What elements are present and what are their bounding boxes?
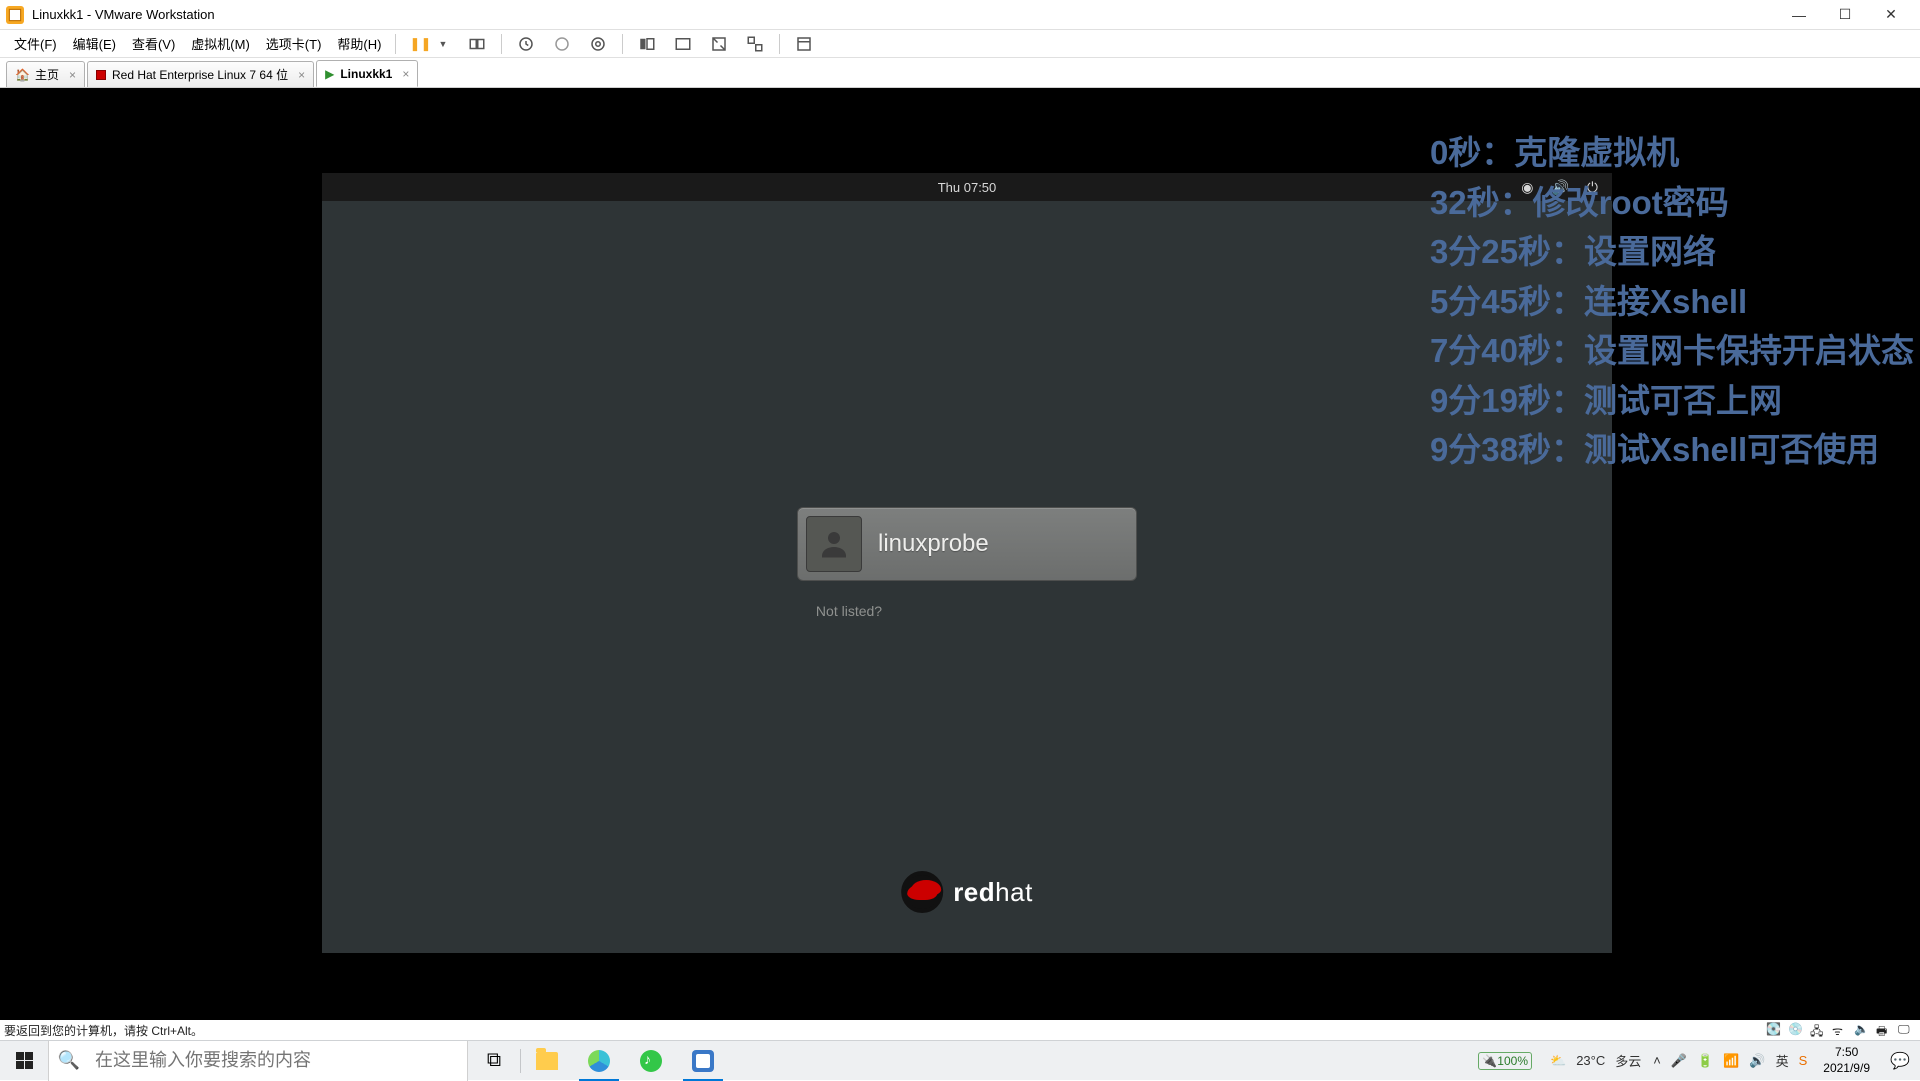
- snapshot-take-button[interactable]: [512, 33, 540, 55]
- weather-text: 多云: [1615, 1051, 1641, 1070]
- not-listed-link[interactable]: Not listed?: [816, 603, 882, 619]
- overlay-line: 9分19秒：测试可否上网: [1430, 376, 1914, 426]
- tray-power-icon[interactable]: 🔋: [1697, 1053, 1713, 1069]
- edge-icon: [588, 1050, 610, 1072]
- tray-mic-icon[interactable]: 🎤: [1671, 1053, 1687, 1069]
- tab-linuxkk1-close[interactable]: ×: [402, 67, 409, 81]
- tray-volume-icon[interactable]: 🔊: [1749, 1053, 1765, 1069]
- vm-running-icon: ▶: [325, 67, 334, 81]
- music-icon: [640, 1050, 662, 1072]
- gnome-login-screen: linuxprobe Not listed?: [322, 173, 1612, 953]
- search-icon: 🔍: [49, 1050, 89, 1071]
- snapshot-manager-button[interactable]: [584, 33, 612, 55]
- overlay-line: 5分45秒：连接Xshell: [1430, 277, 1914, 327]
- window-minimize-button[interactable]: —: [1776, 0, 1822, 30]
- tab-rhel-label: Red Hat Enterprise Linux 7 64 位: [112, 66, 288, 83]
- weather-widget[interactable]: ⛅ 23°C 多云: [1544, 1051, 1647, 1070]
- guest-screen[interactable]: Thu 07:50 ◉ 🔊 ⏻ linuxprobe Not listed? r…: [322, 173, 1612, 953]
- taskbar-music-app[interactable]: [625, 1041, 677, 1081]
- start-button[interactable]: [0, 1041, 48, 1081]
- stretch-guest-button[interactable]: [669, 33, 697, 55]
- device-sound-icon[interactable]: 🔈: [1854, 1022, 1872, 1038]
- vm-display-area[interactable]: Thu 07:50 ◉ 🔊 ⏻ linuxprobe Not listed? r…: [0, 88, 1920, 1020]
- menu-edit[interactable]: 编辑(E): [65, 30, 124, 57]
- redhat-logo-red: red: [953, 877, 995, 907]
- menu-tabs[interactable]: 选项卡(T): [258, 30, 330, 57]
- window-title: Linuxkk1 - VMware Workstation: [32, 7, 215, 22]
- vmware-statusbar: 要返回到您的计算机，请按 Ctrl+Alt。 💽 💿 🖧 ᯤ 🔈 🖶 🖵: [0, 1020, 1920, 1040]
- tray-ime-indicator[interactable]: 英: [1776, 1051, 1789, 1070]
- redhat-logo-hat: hat: [995, 877, 1033, 907]
- login-username: linuxprobe: [878, 530, 989, 558]
- vm-tabbar: 🏠 主页 × Red Hat Enterprise Linux 7 64 位 ×…: [0, 58, 1920, 88]
- taskbar-search[interactable]: 🔍: [48, 1041, 468, 1081]
- video-timestamp-overlay: 0秒：克隆虚拟机 32秒：修改root密码 3分25秒：设置网络 5分45秒：连…: [1430, 128, 1914, 475]
- snapshot-revert-button[interactable]: [548, 33, 576, 55]
- user-avatar-icon: [806, 516, 862, 572]
- menu-view[interactable]: 查看(V): [124, 30, 183, 57]
- overlay-line: 9分38秒：测试Xshell可否使用: [1430, 425, 1914, 475]
- search-input[interactable]: [89, 1042, 467, 1080]
- tab-rhel-close[interactable]: ×: [298, 68, 305, 82]
- windows-logo-icon: [16, 1052, 33, 1069]
- clock-time: 7:50: [1835, 1045, 1858, 1061]
- menu-file[interactable]: 文件(F): [6, 30, 65, 57]
- device-display-icon[interactable]: 🖵: [1898, 1022, 1916, 1038]
- vm-pause-button[interactable]: ❚❚: [406, 33, 434, 55]
- redhat-logo: redhat: [901, 871, 1033, 913]
- show-console-button[interactable]: [633, 33, 661, 55]
- taskbar-clock[interactable]: 7:50 2021/9/9: [1813, 1045, 1880, 1076]
- device-printer-icon[interactable]: 🖶: [1876, 1022, 1894, 1038]
- window-titlebar: Linuxkk1 - VMware Workstation — ☐ ✕: [0, 0, 1920, 30]
- tab-home[interactable]: 🏠 主页 ×: [6, 61, 85, 87]
- tab-linuxkk1[interactable]: ▶ Linuxkk1 ×: [316, 60, 418, 87]
- tab-home-close[interactable]: ×: [69, 68, 76, 82]
- vm-power-dropdown[interactable]: ▼: [438, 39, 447, 49]
- task-view-button[interactable]: ⧉: [468, 1041, 520, 1081]
- tab-rhel[interactable]: Red Hat Enterprise Linux 7 64 位 ×: [87, 61, 314, 87]
- tray-sogou-icon[interactable]: S: [1799, 1053, 1808, 1068]
- device-network-icon[interactable]: 🖧: [1810, 1022, 1828, 1038]
- weather-icon: ⛅: [1550, 1053, 1566, 1069]
- tab-home-label: 主页: [35, 66, 59, 83]
- battery-indicator[interactable]: 🔌100%: [1478, 1052, 1532, 1070]
- clock-date: 2021/9/9: [1823, 1061, 1870, 1077]
- taskbar-file-explorer[interactable]: [521, 1041, 573, 1081]
- tray-chevron-icon[interactable]: ˄: [1653, 1053, 1661, 1068]
- menu-toolbar: 文件(F) 编辑(E) 查看(V) 虚拟机(M) 选项卡(T) 帮助(H) ❚❚…: [0, 30, 1920, 58]
- vm-off-icon: [96, 70, 106, 80]
- vmware-app-icon: [6, 6, 24, 24]
- vmware-icon: [692, 1050, 714, 1072]
- menu-vm[interactable]: 虚拟机(M): [183, 30, 258, 57]
- device-cdrom-icon[interactable]: 💿: [1788, 1022, 1806, 1038]
- login-user-card[interactable]: linuxprobe: [797, 507, 1137, 581]
- vm-status-hint: 要返回到您的计算机，请按 Ctrl+Alt。: [4, 1022, 203, 1039]
- window-maximize-button[interactable]: ☐: [1822, 0, 1868, 30]
- home-icon: 🏠: [15, 68, 30, 82]
- windows-taskbar: 🔍 ⧉ 🔌100% ⛅ 23°C 多云 ˄ 🎤 🔋 📶 🔊 英 S 7:50 2…: [0, 1040, 1920, 1080]
- window-close-button[interactable]: ✕: [1868, 0, 1914, 30]
- battery-percent: 100%: [1497, 1054, 1528, 1068]
- folder-icon: [536, 1052, 558, 1070]
- menu-help[interactable]: 帮助(H): [329, 30, 389, 57]
- taskbar-edge[interactable]: [573, 1041, 625, 1081]
- action-center-button[interactable]: 💬: [1880, 1051, 1920, 1071]
- weather-temp: 23°C: [1576, 1053, 1605, 1068]
- taskbar-vmware[interactable]: [677, 1041, 729, 1081]
- tab-linuxkk1-label: Linuxkk1: [340, 67, 392, 81]
- overlay-line: 7分40秒：设置网卡保持开启状态: [1430, 326, 1914, 376]
- overlay-line: 32秒：修改root密码: [1430, 178, 1914, 228]
- overlay-line: 3分25秒：设置网络: [1430, 227, 1914, 277]
- device-usb-icon[interactable]: ᯤ: [1832, 1022, 1850, 1038]
- overlay-line: 0秒：克隆虚拟机: [1430, 128, 1914, 178]
- unity-button[interactable]: [741, 33, 769, 55]
- tray-wifi-icon[interactable]: 📶: [1723, 1053, 1739, 1069]
- fullscreen-button[interactable]: [705, 33, 733, 55]
- send-ctrl-alt-del-button[interactable]: [463, 33, 491, 55]
- redhat-hat-icon: [901, 871, 943, 913]
- device-harddisk-icon[interactable]: 💽: [1766, 1022, 1784, 1038]
- library-button[interactable]: [790, 33, 818, 55]
